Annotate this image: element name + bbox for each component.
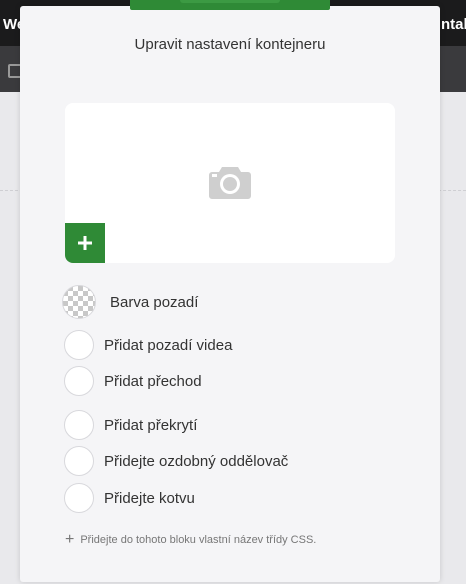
color-swatch[interactable] [62, 285, 96, 319]
divider-toggle[interactable] [64, 446, 94, 476]
transition-toggle[interactable] [64, 366, 94, 396]
video-background-label: Přidat pozadí videa [104, 336, 233, 354]
overlay-label: Přidat překrytí [104, 416, 198, 434]
anchor-toggle[interactable] [64, 483, 94, 513]
plus-icon [78, 236, 92, 250]
add-css-class-link[interactable]: + Přidejte do tohoto bloku vlastní název… [65, 532, 316, 548]
overlay-option[interactable]: Přidat překrytí [64, 410, 197, 440]
camera-icon [209, 167, 251, 199]
transition-option[interactable]: Přidat přechod [64, 366, 202, 396]
add-image-button[interactable] [65, 223, 105, 263]
overlay-toggle[interactable] [64, 410, 94, 440]
add-css-class-label: Přidejte do tohoto bloku vlastní název t… [80, 534, 317, 546]
anchor-label: Přidejte kotvu [104, 489, 195, 507]
divider-label: Přidejte ozdobný oddělovač [104, 452, 289, 470]
modal-accent-bar [130, 0, 330, 10]
modal-title: Upravit nastavení kontejneru [134, 36, 326, 53]
transition-label: Přidat přechod [104, 372, 202, 390]
background-color-option[interactable]: Barva pozadí [62, 285, 198, 319]
divider-option[interactable]: Přidejte ozdobný oddělovač [64, 446, 288, 476]
container-settings-modal: Upravit nastavení kontejneru Barva pozad… [20, 0, 440, 582]
video-background-option[interactable]: Přidat pozadí videa [64, 330, 232, 360]
plus-icon: + [65, 531, 75, 548]
topbar-right-text: ntak [441, 16, 466, 33]
background-image-placeholder[interactable] [65, 103, 395, 263]
video-background-toggle[interactable] [64, 330, 94, 360]
background-color-label: Barva pozadí [110, 293, 199, 311]
anchor-option[interactable]: Přidejte kotvu [64, 483, 195, 513]
